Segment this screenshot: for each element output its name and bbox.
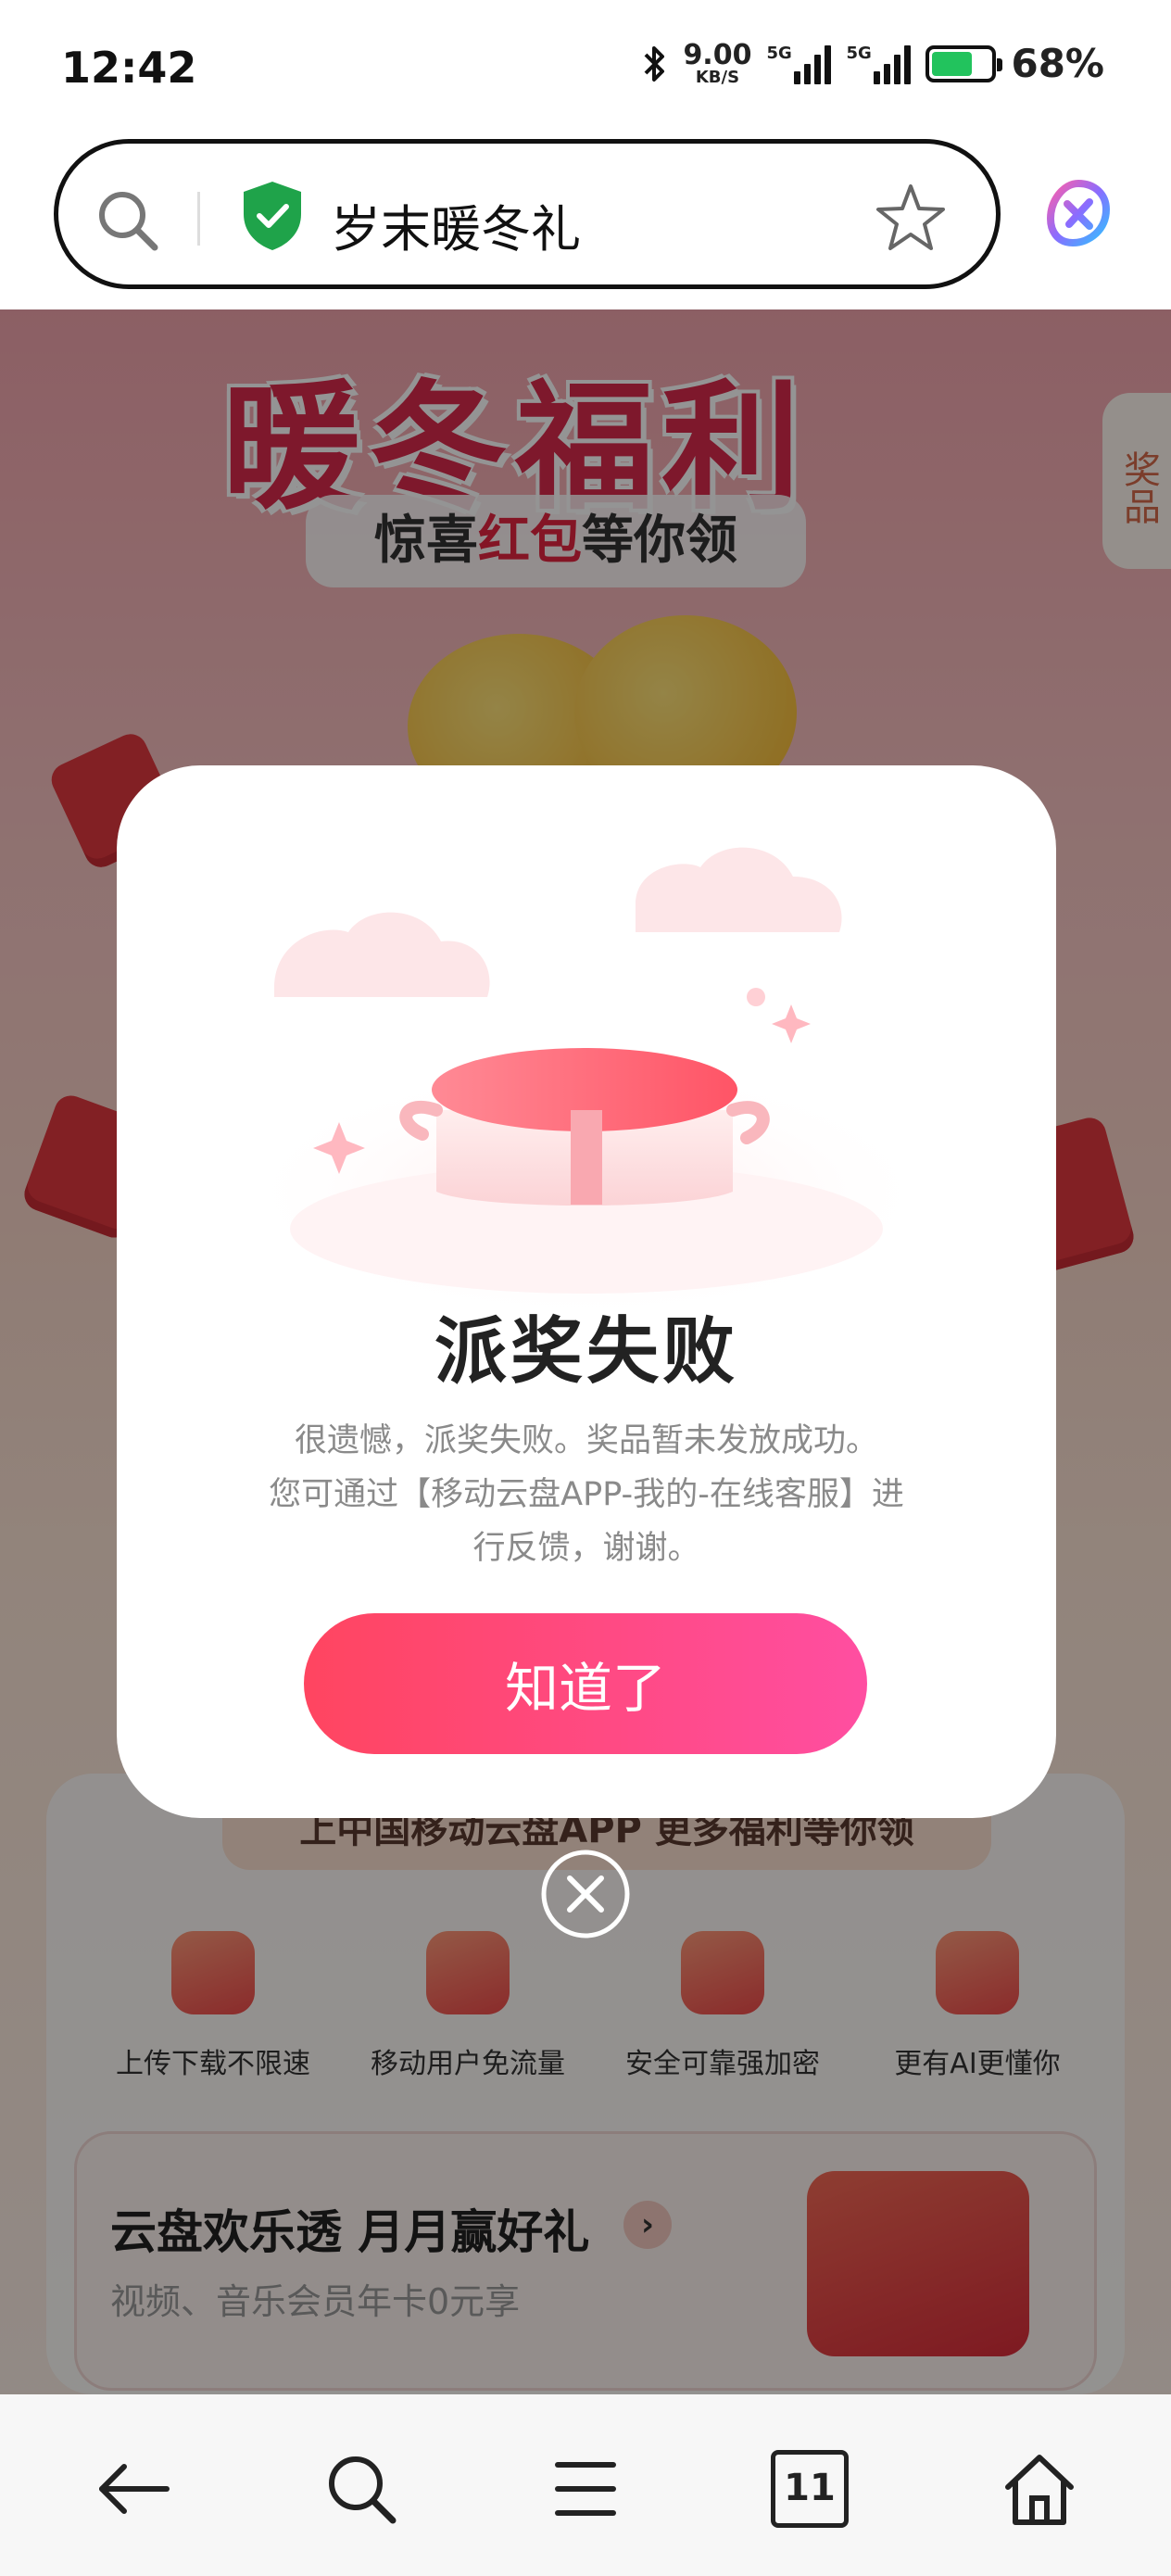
gift-box-illustration bbox=[234, 847, 938, 1321]
back-icon[interactable] bbox=[94, 2450, 172, 2528]
status-indicators: 9.00 KB/S 5G 5G 68% bbox=[642, 41, 1104, 86]
close-dialog-icon[interactable] bbox=[541, 1850, 630, 1938]
address-bar[interactable]: 岁末暖冬礼 bbox=[54, 139, 1001, 289]
battery-percent: 68% bbox=[1011, 41, 1104, 86]
bluetooth-icon bbox=[645, 45, 665, 82]
address-text[interactable]: 岁末暖冬礼 bbox=[331, 188, 581, 261]
bookmark-star-icon[interactable] bbox=[874, 181, 948, 255]
dialog-title: 派奖失败 bbox=[434, 1310, 738, 1394]
divider bbox=[197, 192, 200, 246]
secure-shield-icon bbox=[244, 182, 301, 250]
app-logo-icon[interactable] bbox=[1045, 178, 1112, 248]
net-speed: 9.00 KB/S bbox=[683, 38, 752, 87]
status-bar: 12:42 9.00 KB/S 5G 5G 68% bbox=[0, 0, 1171, 130]
menu-icon[interactable] bbox=[547, 2450, 624, 2528]
signal-2-icon: 5G bbox=[846, 44, 912, 84]
status-time: 12:42 bbox=[61, 43, 197, 93]
home-icon[interactable] bbox=[1001, 2450, 1078, 2528]
bottom-navigation: 11 bbox=[0, 2394, 1171, 2576]
search-icon[interactable] bbox=[94, 186, 162, 255]
search-icon[interactable] bbox=[322, 2450, 400, 2528]
tabs-icon[interactable]: 11 bbox=[771, 2450, 849, 2528]
result-dialog: 派奖失败 很遗憾，派奖失败。奖品暂未发放成功。 您可通过【移动云盘APP-我的-… bbox=[117, 765, 1056, 1818]
dialog-description: 很遗憾，派奖失败。奖品暂未发放成功。 您可通过【移动云盘APP-我的-在线客服】… bbox=[269, 1422, 904, 1567]
signal-1-icon: 5G bbox=[766, 44, 832, 84]
acknowledge-button[interactable]: 知道了 bbox=[304, 1613, 867, 1754]
battery-icon bbox=[925, 44, 1003, 82]
